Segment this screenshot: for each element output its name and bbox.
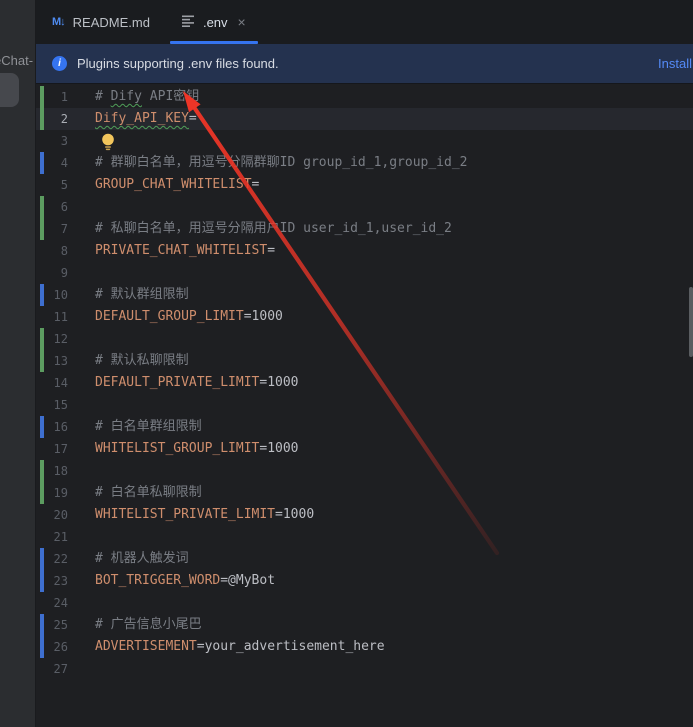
line-number: 4 [36, 152, 68, 174]
tab-readme-md[interactable]: M↓ README.md [36, 0, 166, 44]
line-number: 2 [36, 108, 68, 130]
line-number: 9 [36, 262, 68, 284]
line-number: 20 [36, 504, 68, 526]
line-number: 1 [36, 86, 68, 108]
code-line[interactable]: 10 # 默认群组限制 [36, 284, 693, 306]
line-number: 26 [36, 636, 68, 658]
editor-window: M↓ README.md .env × i Plugins supporting… [36, 0, 693, 727]
code-text: # 默认群组限制 [95, 284, 189, 306]
code-line[interactable]: 2 Dify_API_KEY= [36, 108, 693, 130]
line-number: 11 [36, 306, 68, 328]
code-line[interactable]: 16 # 白名单群组限制 [36, 416, 693, 438]
project-panel-edge: eChat- [0, 0, 36, 727]
code-line[interactable]: 21 [36, 526, 693, 548]
code-line[interactable]: 19 # 白名单私聊限制 [36, 482, 693, 504]
code-line[interactable]: 14 DEFAULT_PRIVATE_LIMIT=1000 [36, 372, 693, 394]
tab-env[interactable]: .env × [166, 0, 262, 44]
code-text: # 群聊白名单，用逗号分隔群聊ID group_id_1,group_id_2 [95, 152, 468, 174]
line-number: 8 [36, 240, 68, 262]
line-number: 15 [36, 394, 68, 416]
code-line[interactable]: 12 [36, 328, 693, 350]
code-line[interactable]: 4 # 群聊白名单，用逗号分隔群聊ID group_id_1,group_id_2 [36, 152, 693, 174]
code-text: Dify_API_KEY= [95, 108, 197, 130]
code-line[interactable]: 27 [36, 658, 693, 680]
code-line[interactable]: 18 [36, 460, 693, 482]
markdown-icon: M↓ [52, 16, 65, 28]
code-line[interactable]: 22 # 机器人触发词 [36, 548, 693, 570]
code-text: # 默认私聊限制 [95, 350, 189, 372]
code-line[interactable]: 20 WHITELIST_PRIVATE_LIMIT=1000 [36, 504, 693, 526]
code-line[interactable]: 15 [36, 394, 693, 416]
tab-label: README.md [73, 15, 150, 30]
line-number: 3 [36, 130, 68, 152]
intention-lightbulb-icon[interactable] [100, 132, 116, 152]
file-text-icon [182, 14, 195, 30]
code-line[interactable]: 7 # 私聊白名单，用逗号分隔用户ID user_id_1,user_id_2 [36, 218, 693, 240]
code-text: # 机器人触发词 [95, 548, 189, 570]
code-text: WHITELIST_PRIVATE_LIMIT=1000 [95, 504, 314, 526]
code-text: # Dify API密钥 [95, 86, 199, 108]
code-line[interactable]: 9 [36, 262, 693, 284]
code-line[interactable]: 1 # Dify API密钥 [36, 86, 693, 108]
banner-message: Plugins supporting .env files found. [77, 56, 279, 71]
line-number: 27 [36, 658, 68, 680]
code-line[interactable]: 13 # 默认私聊限制 [36, 350, 693, 372]
editor-tab-bar: M↓ README.md .env × [36, 0, 693, 44]
plugin-notification-banner: i Plugins supporting .env files found. I… [36, 44, 693, 84]
code-text: # 白名单群组限制 [95, 416, 202, 438]
panel-fragment [0, 73, 19, 107]
code-text: WHITELIST_GROUP_LIMIT=1000 [95, 438, 299, 460]
tab-label: .env [203, 15, 228, 30]
line-number: 7 [36, 218, 68, 240]
code-text: GROUP_CHAT_WHITELIST= [95, 174, 259, 196]
code-text: # 广告信息小尾巴 [95, 614, 202, 636]
line-number: 21 [36, 526, 68, 548]
line-number: 12 [36, 328, 68, 350]
code-line[interactable]: 25 # 广告信息小尾巴 [36, 614, 693, 636]
code-text: ADVERTISEMENT=your_advertisement_here [95, 636, 385, 658]
code-line[interactable]: 6 [36, 196, 693, 218]
line-number: 23 [36, 570, 68, 592]
line-number: 16 [36, 416, 68, 438]
line-number: 5 [36, 174, 68, 196]
code-line[interactable]: 26 ADVERTISEMENT=your_advertisement_here [36, 636, 693, 658]
line-number: 22 [36, 548, 68, 570]
line-number: 24 [36, 592, 68, 614]
code-line[interactable]: 11 DEFAULT_GROUP_LIMIT=1000 [36, 306, 693, 328]
code-text: # 私聊白名单，用逗号分隔用户ID user_id_1,user_id_2 [95, 218, 452, 240]
code-editor[interactable]: 1 # Dify API密钥 2 Dify_API_KEY= 34 # 群聊白名单，用逗号… [36, 84, 693, 727]
line-number: 13 [36, 350, 68, 372]
line-number: 17 [36, 438, 68, 460]
code-text: PRIVATE_CHAT_WHITELIST= [95, 240, 275, 262]
line-number: 19 [36, 482, 68, 504]
install-link[interactable]: Install [658, 56, 692, 71]
code-text: DEFAULT_PRIVATE_LIMIT=1000 [95, 372, 299, 394]
line-number: 14 [36, 372, 68, 394]
line-number: 10 [36, 284, 68, 306]
code-line[interactable]: 17 WHITELIST_GROUP_LIMIT=1000 [36, 438, 693, 460]
code-line[interactable]: 23 BOT_TRIGGER_WORD=@MyBot [36, 570, 693, 592]
code-text: DEFAULT_GROUP_LIMIT=1000 [95, 306, 283, 328]
code-line[interactable]: 5 GROUP_CHAT_WHITELIST= [36, 174, 693, 196]
code-text: # 白名单私聊限制 [95, 482, 202, 504]
line-number: 25 [36, 614, 68, 636]
code-line[interactable]: 8 PRIVATE_CHAT_WHITELIST= [36, 240, 693, 262]
code-line[interactable]: 3 [36, 130, 693, 152]
line-number: 6 [36, 196, 68, 218]
line-number: 18 [36, 460, 68, 482]
vertical-scrollbar-thumb[interactable] [689, 287, 693, 357]
code-text: BOT_TRIGGER_WORD=@MyBot [95, 570, 275, 592]
tree-item-label-clipped[interactable]: eChat- [0, 53, 33, 68]
info-icon: i [52, 56, 67, 71]
code-line[interactable]: 24 [36, 592, 693, 614]
close-icon[interactable]: × [238, 15, 246, 29]
